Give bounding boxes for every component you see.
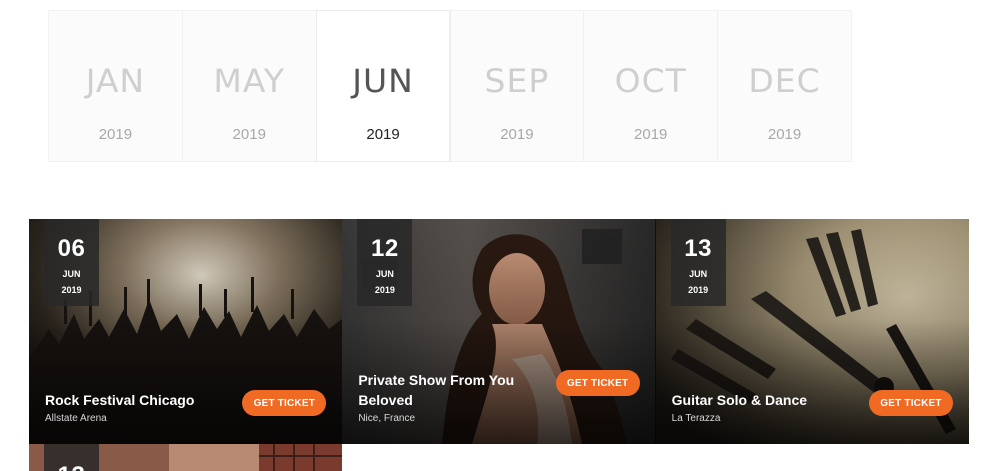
month-name: OCT — [614, 61, 687, 100]
event-year: 2019 — [61, 285, 82, 295]
event-card-guitar-solo[interactable]: 13 JUN 2019 Guitar Solo & Dance La Teraz… — [655, 219, 969, 444]
event-date-badge: 12 JUN 2019 — [357, 219, 413, 306]
event-date-badge: 06 JUN 2019 — [44, 219, 99, 306]
event-title[interactable]: Rock Festival Chicago — [45, 390, 235, 410]
month-name: JAN — [85, 61, 146, 100]
event-date-badge: 13 — [44, 444, 99, 471]
month-tab-may[interactable]: MAY 2019 — [183, 11, 317, 161]
event-info: Guitar Solo & Dance La Terazza — [672, 390, 862, 424]
event-month: JUN — [689, 269, 708, 279]
event-year: 2019 — [688, 285, 709, 295]
event-info: Private Show From You Beloved Nice, Fran… — [358, 370, 548, 424]
month-year: 2019 — [232, 126, 266, 143]
event-day: 06 — [57, 235, 86, 262]
event-year: 2019 — [374, 285, 395, 295]
get-ticket-button[interactable]: GET TICKET — [868, 390, 953, 416]
event-day: 12 — [370, 235, 399, 262]
month-tab-jun[interactable]: JUN 2019 — [316, 11, 451, 161]
month-tab-jan[interactable]: JAN 2019 — [49, 11, 183, 161]
event-card-partial[interactable]: 13 — [29, 444, 342, 471]
event-month: JUN — [375, 269, 394, 279]
event-info: Rock Festival Chicago Allstate Arena — [45, 390, 235, 424]
get-ticket-button[interactable]: GET TICKET — [242, 390, 327, 416]
event-venue: Nice, France — [358, 413, 416, 424]
event-card-rock-festival[interactable]: 06 JUN 2019 Rock Festival Chicago Allsta… — [29, 219, 343, 444]
event-card-private-show[interactable]: 12 JUN 2019 Private Show From You Belove… — [342, 219, 656, 444]
month-name: DEC — [748, 61, 821, 100]
event-venue: Allstate Arena — [45, 413, 107, 424]
month-year: 2019 — [500, 126, 534, 143]
event-title[interactable]: Private Show From You Beloved — [358, 370, 548, 410]
month-year: 2019 — [98, 126, 133, 143]
event-list: 06 JUN 2019 Rock Festival Chicago Allsta… — [29, 219, 969, 444]
month-name: MAY — [213, 61, 286, 100]
month-year: 2019 — [634, 126, 668, 143]
month-selector: JAN 2019 MAY 2019 JUN 2019 SEP 2019 OCT … — [48, 10, 852, 162]
month-year: 2019 — [366, 126, 400, 143]
month-name: SEP — [484, 61, 550, 100]
month-name: JUN — [352, 61, 414, 100]
get-ticket-button[interactable]: GET TICKET — [555, 370, 640, 396]
event-day: 13 — [684, 235, 712, 262]
month-year: 2019 — [767, 126, 802, 143]
event-day: 13 — [44, 462, 99, 471]
event-month: JUN — [62, 269, 81, 279]
month-tab-oct[interactable]: OCT 2019 — [584, 11, 719, 161]
month-tab-dec[interactable]: DEC 2019 — [718, 11, 851, 161]
event-date-badge: 13 JUN 2019 — [670, 219, 726, 306]
event-venue: La Terazza — [671, 413, 721, 424]
month-tab-sep[interactable]: SEP 2019 — [450, 11, 585, 161]
event-title[interactable]: Guitar Solo & Dance — [672, 390, 862, 410]
